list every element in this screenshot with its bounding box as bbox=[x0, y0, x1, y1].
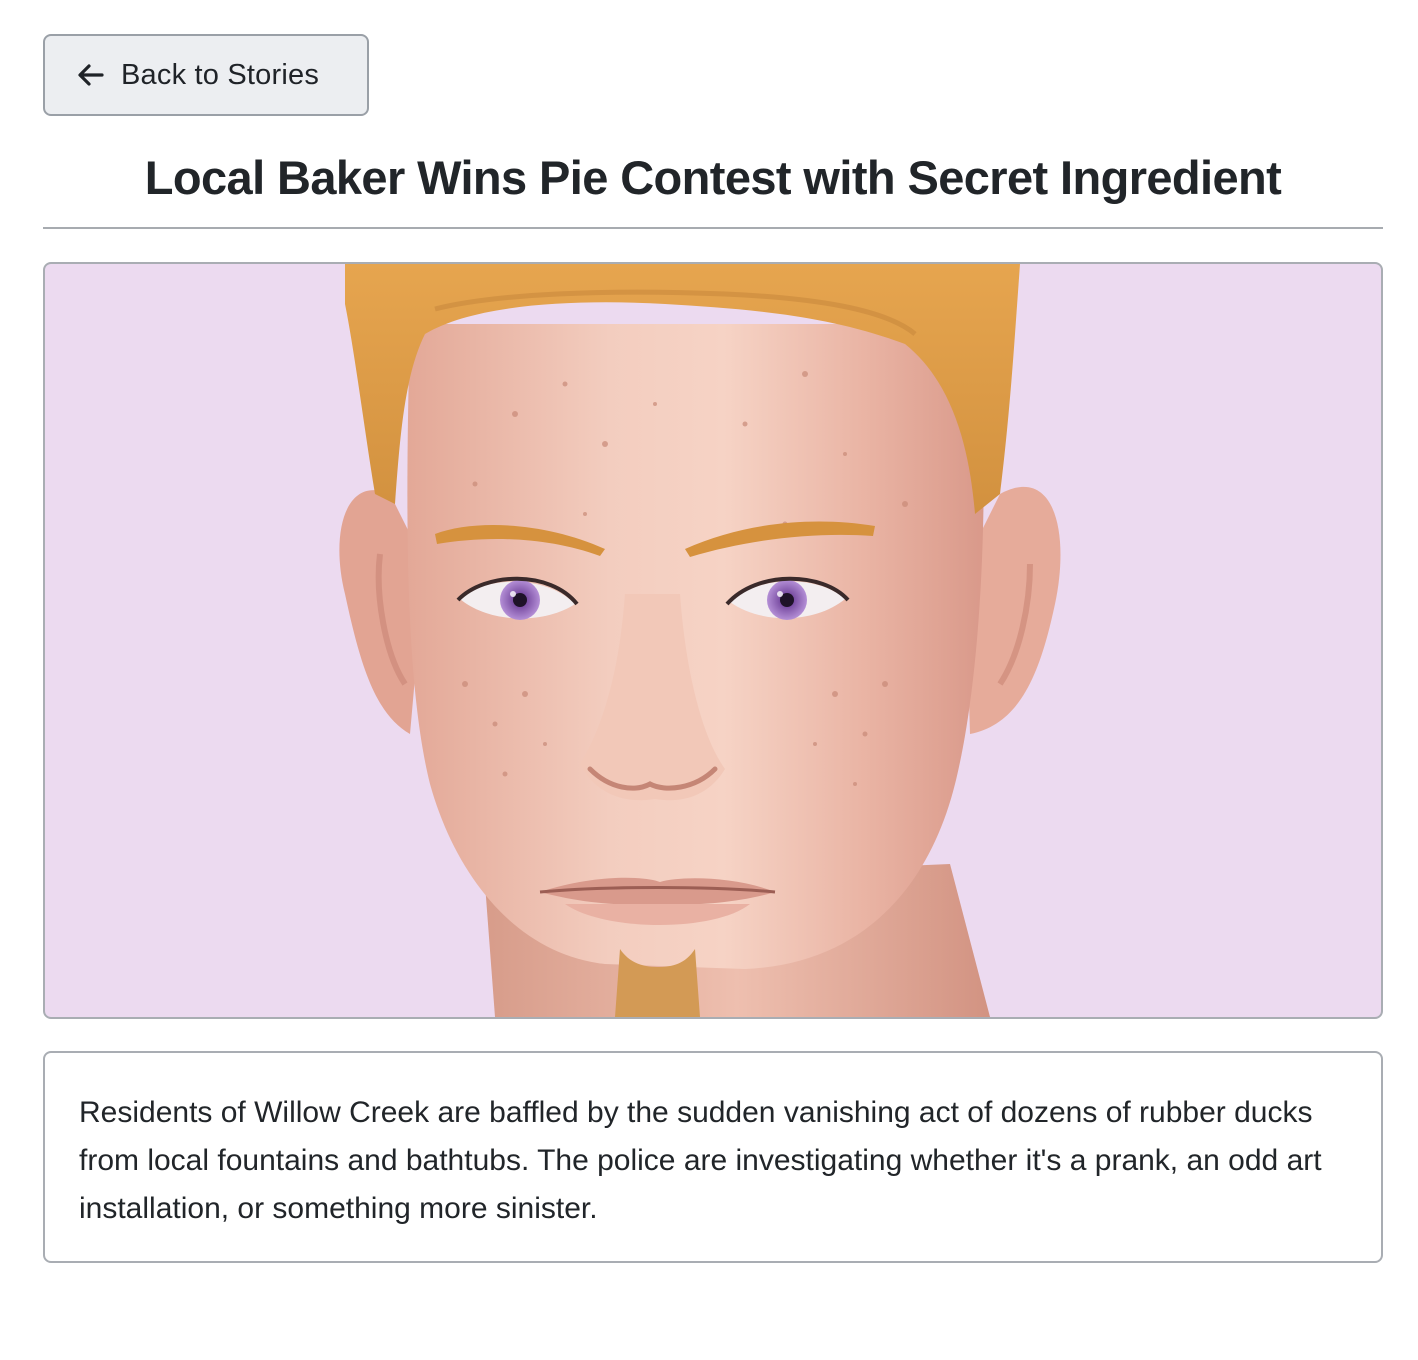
article-body-text: Residents of Willow Creek are baffled by… bbox=[79, 1096, 1322, 1225]
arrow-left-icon bbox=[75, 59, 107, 91]
article-image bbox=[43, 262, 1383, 1019]
title-divider bbox=[43, 227, 1383, 229]
back-button-label: Back to Stories bbox=[121, 58, 320, 91]
story-page: Back to Stories Local Baker Wins Pie Con… bbox=[0, 0, 1418, 1360]
article-title: Local Baker Wins Pie Contest with Secret… bbox=[144, 151, 1282, 204]
article-body-card: Residents of Willow Creek are baffled by… bbox=[43, 1051, 1383, 1263]
back-to-stories-button[interactable]: Back to Stories bbox=[43, 34, 369, 116]
portrait-illustration bbox=[339, 264, 1061, 1017]
